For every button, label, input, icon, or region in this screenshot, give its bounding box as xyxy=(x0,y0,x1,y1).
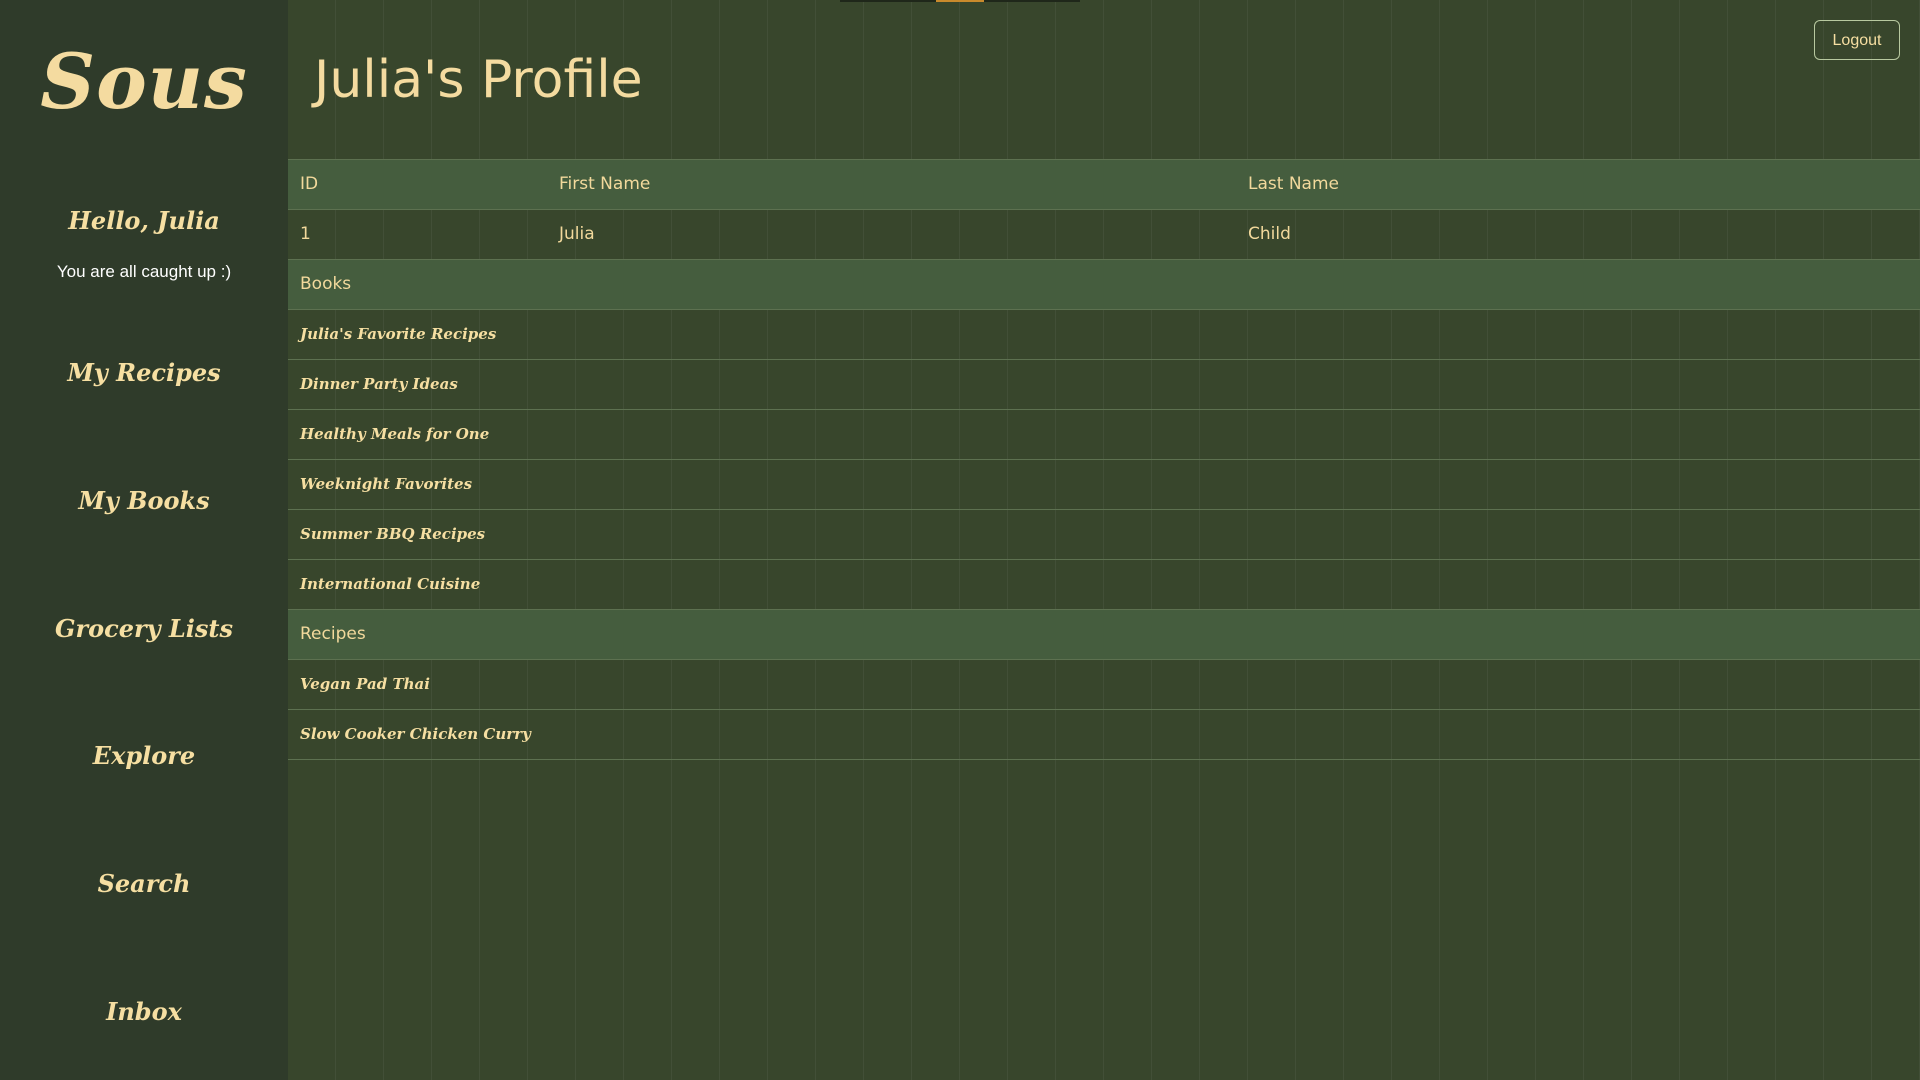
nav-grocery-lists[interactable]: Grocery Lists xyxy=(0,614,288,643)
logout-button[interactable]: Logout xyxy=(1814,20,1900,60)
column-header-first-name: First Name xyxy=(559,174,651,194)
nav-explore[interactable]: Explore xyxy=(0,741,288,770)
recipes-heading: Recipes xyxy=(300,624,366,644)
app: Sous Hello, Julia You are all caught up … xyxy=(0,0,1920,1080)
table-row: 1 Julia Child xyxy=(288,210,1920,260)
books-section-header: Books xyxy=(288,260,1920,310)
recipe-link[interactable]: Vegan Pad Thai xyxy=(300,660,430,709)
book-link[interactable]: Summer BBQ Recipes xyxy=(300,510,485,559)
list-item: Weeknight Favorites xyxy=(288,460,1920,510)
nav-inbox[interactable]: Inbox xyxy=(0,997,288,1026)
list-item: Healthy Meals for One xyxy=(288,410,1920,460)
list-item: Julia's Favorite Recipes xyxy=(288,310,1920,360)
book-link[interactable]: Dinner Party Ideas xyxy=(300,360,458,409)
books-heading: Books xyxy=(300,274,352,294)
profile-table: ID First Name Last Name 1 Julia Child Bo… xyxy=(288,159,1920,760)
table-header-row: ID First Name Last Name xyxy=(288,159,1920,210)
page-title: Julia's Profile xyxy=(314,50,643,110)
main-content: Julia's Profile Logout ID First Name Las… xyxy=(288,0,1920,1080)
book-link[interactable]: Healthy Meals for One xyxy=(300,410,489,459)
recipes-section-header: Recipes xyxy=(288,610,1920,660)
notification-status: You are all caught up :) xyxy=(56,262,232,281)
top-progress-indicator xyxy=(936,0,984,2)
list-item: Slow Cooker Chicken Curry xyxy=(288,710,1920,760)
list-item: Dinner Party Ideas xyxy=(288,360,1920,410)
book-link[interactable]: Julia's Favorite Recipes xyxy=(300,310,496,359)
nav-my-recipes[interactable]: My Recipes xyxy=(0,358,288,387)
brand-logo[interactable]: Sous xyxy=(0,44,288,120)
column-header-last-name: Last Name xyxy=(1248,174,1339,194)
first-name-value: Julia xyxy=(559,224,595,244)
last-name-value: Child xyxy=(1248,224,1291,244)
column-header-id: ID xyxy=(300,174,319,194)
book-link[interactable]: Weeknight Favorites xyxy=(300,460,472,509)
list-item: Summer BBQ Recipes xyxy=(288,510,1920,560)
nav-my-books[interactable]: My Books xyxy=(0,486,288,515)
recipe-link[interactable]: Slow Cooker Chicken Curry xyxy=(300,710,531,759)
user-id-value: 1 xyxy=(300,224,311,244)
user-greeting: Hello, Julia xyxy=(68,206,220,235)
nav-search[interactable]: Search xyxy=(0,869,288,898)
list-item: Vegan Pad Thai xyxy=(288,660,1920,710)
book-link[interactable]: International Cuisine xyxy=(300,560,480,609)
list-item: International Cuisine xyxy=(288,560,1920,610)
sidebar: Sous Hello, Julia You are all caught up … xyxy=(0,0,288,1080)
